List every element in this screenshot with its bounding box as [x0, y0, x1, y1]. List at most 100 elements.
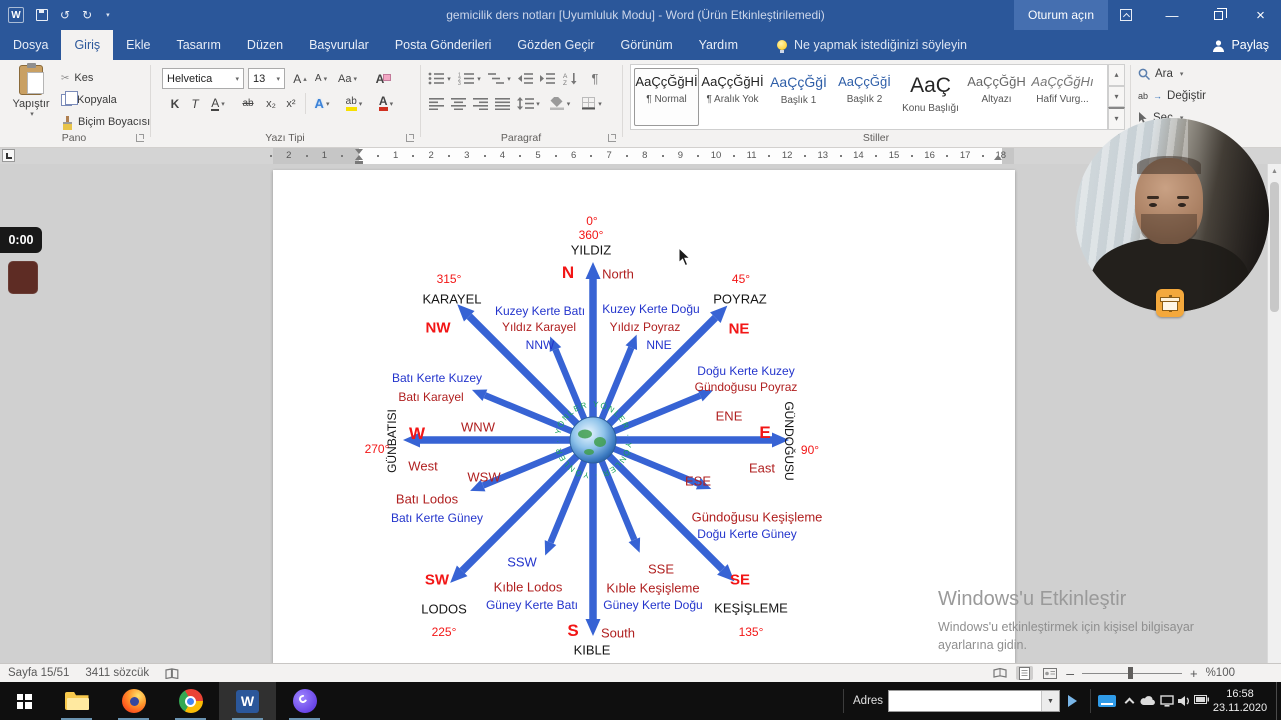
styles-scroll-down-icon[interactable]: ▾	[1108, 85, 1125, 108]
font-name-select[interactable]: Helvetica ▾	[162, 68, 244, 89]
tray-chevron-up-icon[interactable]	[1124, 697, 1135, 708]
underline-button[interactable]: A ▾	[205, 93, 231, 114]
tab-posta gönderileri[interactable]: Posta Gönderileri	[382, 30, 505, 60]
find-button[interactable]: Ara ▾	[1138, 68, 1183, 80]
qat-menu-icon[interactable]: ▾	[106, 11, 110, 19]
styles-scroll-up-icon[interactable]: ▴	[1108, 64, 1125, 86]
gift-button[interactable]	[1156, 289, 1184, 317]
style-card[interactable]: AaÇçĞğHİ ¶ Aralık Yok	[700, 68, 765, 126]
paste-button[interactable]: Yapıştır ▾	[8, 63, 54, 141]
right-indent-marker[interactable]	[994, 155, 1002, 160]
italic-button[interactable]: T	[186, 93, 204, 114]
font-color-button[interactable]: A ▾	[372, 93, 400, 114]
tab-düzen[interactable]: Düzen	[234, 30, 296, 60]
tray-volume-icon[interactable]	[1178, 695, 1191, 707]
print-layout-button[interactable]	[1016, 666, 1034, 680]
zoom-in-button[interactable]: +	[1190, 666, 1198, 681]
taskbar-file-explorer[interactable]	[48, 682, 105, 720]
document-page[interactable]: YÖNLER · YÖNLER · YÖNLER · YÖNLER · 0°36…	[273, 170, 1015, 663]
address-go-icon[interactable]	[1068, 695, 1077, 707]
align-left-button[interactable]	[426, 93, 446, 114]
minimize-button[interactable]: —	[1150, 0, 1194, 30]
style-card[interactable]: AaÇçĞğİ Başlık 2	[832, 68, 897, 126]
address-dropdown-icon[interactable]: ▼	[1041, 691, 1059, 711]
redo-icon[interactable]: ↻	[82, 0, 92, 30]
start-button[interactable]	[0, 682, 48, 720]
read-mode-button[interactable]	[991, 666, 1008, 680]
style-card[interactable]: AaÇ Konu Başlığı	[898, 68, 963, 126]
replace-button[interactable]: ab → Değiştir	[1138, 90, 1206, 102]
close-button[interactable]: ×	[1240, 0, 1281, 30]
text-effects-button[interactable]: A ▾	[309, 93, 335, 114]
vertical-scrollbar[interactable]: ▲	[1267, 164, 1281, 663]
bullets-button[interactable]: ▾	[426, 68, 453, 89]
bold-button[interactable]: K	[166, 93, 184, 114]
style-card[interactable]: AaÇçĞğH Altyazı	[964, 68, 1029, 126]
dialog-launcher-icon[interactable]	[136, 134, 144, 142]
signin-button[interactable]: Oturum açın	[1014, 0, 1109, 30]
clear-formatting-button[interactable]: A	[368, 68, 392, 89]
decrease-indent-button[interactable]	[515, 68, 535, 89]
undo-icon[interactable]: ↺	[60, 0, 70, 30]
subscript-button[interactable]: x₂	[261, 93, 281, 114]
ribbon-display-options-button[interactable]	[1108, 0, 1144, 30]
hanging-indent-marker[interactable]	[355, 155, 363, 160]
style-card[interactable]: AaÇçĞğHİ ¶ Normal	[634, 68, 699, 126]
increase-indent-button[interactable]	[537, 68, 557, 89]
tab-yardım[interactable]: Yardım	[686, 30, 751, 60]
page-indicator[interactable]: Sayfa 15/51	[8, 667, 69, 679]
tab-giriş[interactable]: Giriş	[61, 30, 114, 60]
format-painter-button[interactable]: Biçim Boyacısı	[58, 112, 153, 132]
tab-dosya[interactable]: Dosya	[0, 30, 61, 60]
cut-button[interactable]: ✂ Kes	[58, 68, 96, 88]
word-count[interactable]: 3411 sözcük	[85, 667, 149, 679]
shading-button[interactable]: ▾	[546, 93, 574, 114]
show-desktop-button[interactable]	[1276, 682, 1281, 720]
tab-tasarım[interactable]: Tasarım	[163, 30, 233, 60]
align-center-button[interactable]	[448, 93, 468, 114]
zoom-slider[interactable]	[1081, 666, 1182, 680]
proofing-book-icon[interactable]	[165, 667, 179, 679]
tray-network-icon[interactable]	[1160, 695, 1174, 707]
line-spacing-button[interactable]: ▾	[515, 93, 542, 114]
zoom-out-button[interactable]: –	[1066, 665, 1074, 681]
justify-button[interactable]	[492, 93, 512, 114]
copy-button[interactable]: Kopyala	[58, 90, 120, 110]
multilevel-list-button[interactable]: ▾	[486, 68, 513, 89]
tab-başvurular[interactable]: Başvurular	[296, 30, 382, 60]
scroll-up-icon[interactable]: ▲	[1271, 168, 1278, 175]
taskbar-clock[interactable]: 16:58 23.11.2020	[1208, 687, 1272, 715]
superscript-button[interactable]: x²	[281, 93, 301, 114]
first-line-indent-marker[interactable]	[355, 149, 363, 154]
tab-görünüm[interactable]: Görünüm	[608, 30, 686, 60]
tellme-box[interactable]: Ne yapmak istediğinizi söyleyin	[777, 30, 967, 60]
highlight-button[interactable]: ab ▾	[339, 93, 369, 114]
zoom-slider-thumb[interactable]	[1127, 667, 1133, 679]
tab-ekle[interactable]: Ekle	[113, 30, 163, 60]
zoom-level[interactable]: %100	[1206, 667, 1235, 679]
share-button[interactable]: Paylaş	[1212, 30, 1269, 60]
dialog-launcher-icon[interactable]	[406, 134, 414, 142]
font-size-select[interactable]: 13 ▾	[248, 68, 285, 89]
taskbar-chrome[interactable]	[162, 682, 219, 720]
dialog-launcher-icon[interactable]	[608, 134, 616, 142]
taskbar-firefox[interactable]	[105, 682, 162, 720]
taskbar-word[interactable]: W	[219, 682, 276, 720]
save-icon[interactable]	[36, 9, 48, 21]
recorder-stop-button[interactable]	[8, 261, 38, 294]
web-layout-button[interactable]	[1041, 666, 1058, 680]
tab-selector[interactable]	[2, 149, 15, 162]
shrink-font-button[interactable]: A ▾	[311, 68, 331, 89]
address-input[interactable]: ▼	[888, 690, 1060, 712]
numbering-button[interactable]: 123 ▾	[456, 68, 483, 89]
sort-button[interactable]: AZ	[560, 68, 582, 89]
style-card[interactable]: AaÇçĞğİ Başlık 1	[766, 68, 831, 126]
strikethrough-button[interactable]: ab	[236, 93, 260, 114]
scrollbar-thumb[interactable]	[1270, 182, 1279, 312]
show-paragraph-marks-button[interactable]: ¶	[586, 68, 604, 89]
borders-button[interactable]: ▾	[578, 93, 606, 114]
change-case-button[interactable]: Aa ▾	[334, 68, 361, 89]
taskbar-recorder-app[interactable]	[276, 682, 333, 720]
tray-battery-icon[interactable]	[1194, 695, 1209, 704]
grow-font-button[interactable]: A ▴	[290, 68, 310, 89]
